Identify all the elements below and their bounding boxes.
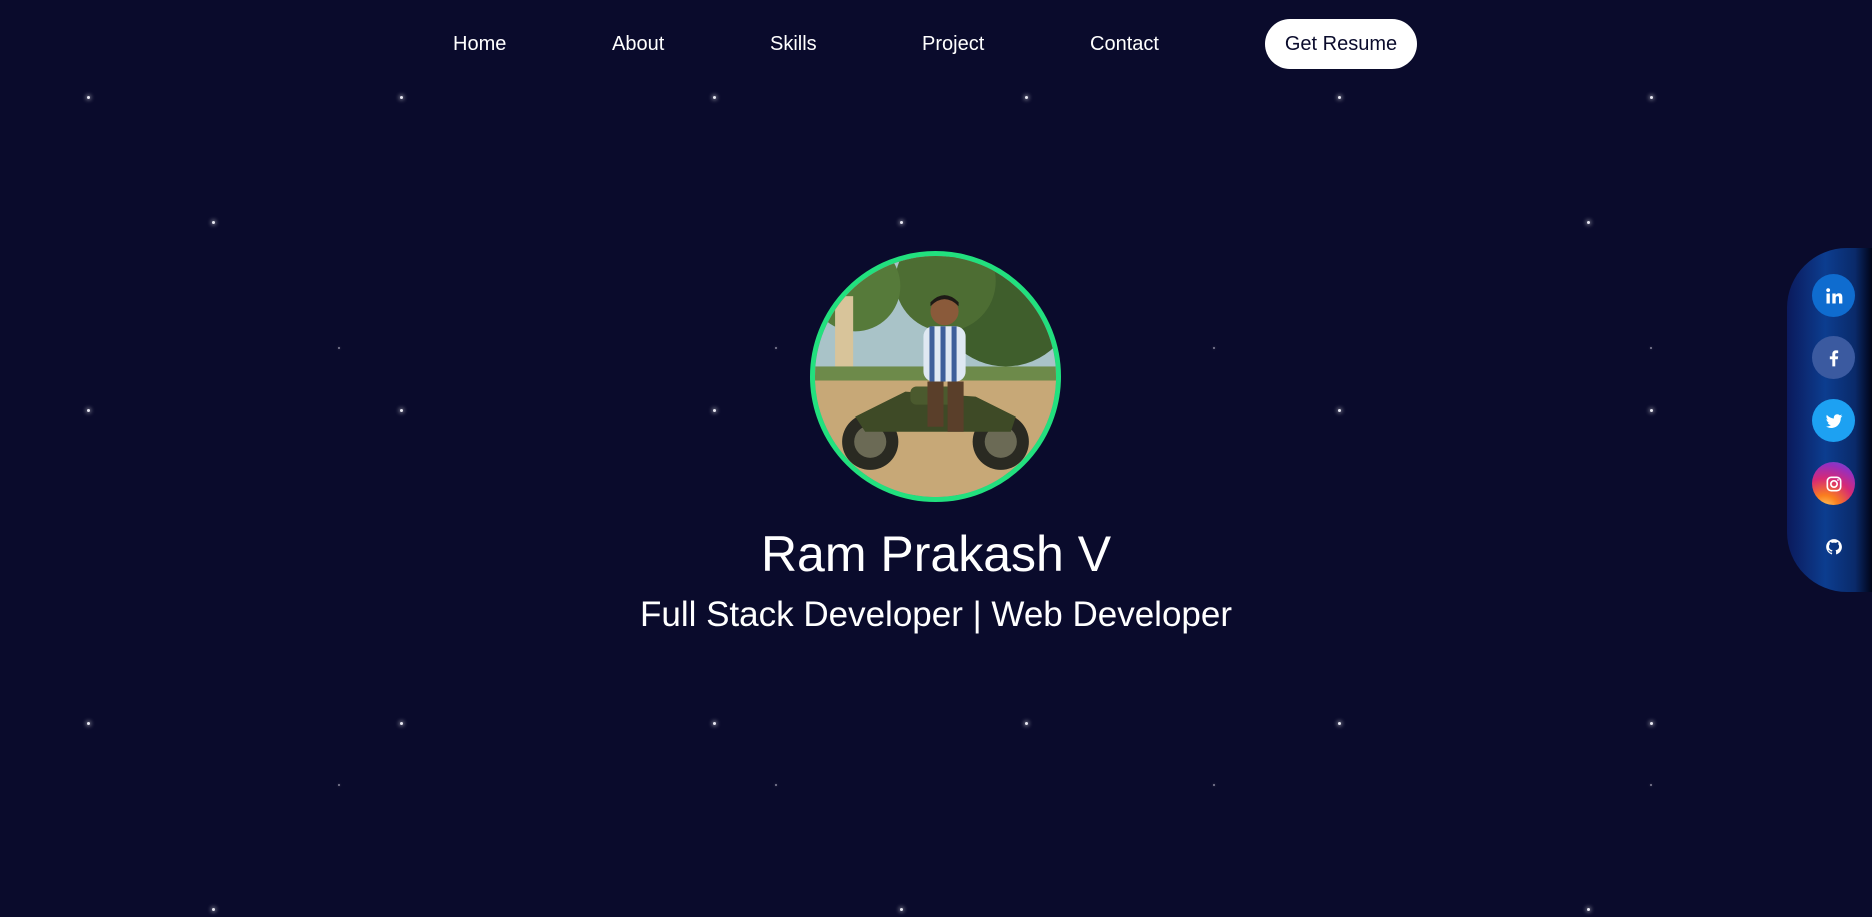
star-decoration	[713, 722, 716, 725]
star-decoration	[400, 409, 403, 412]
twitter-link[interactable]	[1812, 399, 1855, 442]
linkedin-link[interactable]	[1812, 274, 1855, 317]
profile-avatar	[810, 251, 1061, 502]
portfolio-page: Home About Skills Project Contact Get Re…	[0, 0, 1872, 917]
star-decoration	[900, 908, 903, 911]
star-decoration	[1338, 409, 1341, 412]
star-decoration	[87, 722, 90, 725]
star-decoration	[212, 908, 215, 911]
star-decoration	[1213, 784, 1215, 786]
star-decoration	[1650, 96, 1653, 99]
star-decoration	[1025, 722, 1028, 725]
linkedin-icon	[1825, 287, 1842, 303]
instagram-icon	[1826, 476, 1841, 491]
star-decoration	[1338, 96, 1341, 99]
star-decoration	[400, 722, 403, 725]
star-decoration	[900, 221, 903, 224]
top-navigation: Home About Skills Project Contact Get Re…	[0, 19, 1872, 69]
nav-about-link[interactable]: About	[612, 19, 664, 69]
profile-subtitle: Full Stack Developer | Web Developer	[639, 595, 1233, 634]
star-decoration	[212, 221, 215, 224]
star-decoration	[87, 96, 90, 99]
star-decoration	[1025, 96, 1028, 99]
star-decoration	[400, 96, 403, 99]
star-decoration	[775, 784, 777, 786]
twitter-icon	[1825, 413, 1842, 428]
star-decoration	[713, 409, 716, 412]
star-decoration	[775, 347, 777, 349]
profile-photo-icon	[815, 256, 1056, 497]
profile-name: Ram Prakash V	[760, 526, 1112, 582]
star-decoration	[1650, 784, 1652, 786]
nav-home-link[interactable]: Home	[453, 19, 506, 69]
star-decoration	[1650, 722, 1653, 725]
star-decoration	[1213, 347, 1215, 349]
nav-contact-link[interactable]: Contact	[1090, 19, 1159, 69]
star-decoration	[713, 96, 716, 99]
star-decoration	[1587, 908, 1590, 911]
github-icon	[1825, 538, 1842, 554]
facebook-link[interactable]	[1812, 336, 1855, 379]
star-decoration	[338, 347, 340, 349]
instagram-link[interactable]	[1812, 462, 1855, 505]
star-decoration	[87, 409, 90, 412]
star-decoration	[1650, 347, 1652, 349]
get-resume-button[interactable]: Get Resume	[1265, 19, 1417, 69]
github-link[interactable]	[1812, 525, 1855, 568]
star-decoration	[1650, 409, 1653, 412]
nav-skills-link[interactable]: Skills	[770, 19, 817, 69]
star-decoration	[1338, 722, 1341, 725]
star-decoration	[338, 784, 340, 786]
facebook-icon	[1829, 349, 1838, 366]
nav-project-link[interactable]: Project	[922, 19, 984, 69]
star-decoration	[1587, 221, 1590, 224]
